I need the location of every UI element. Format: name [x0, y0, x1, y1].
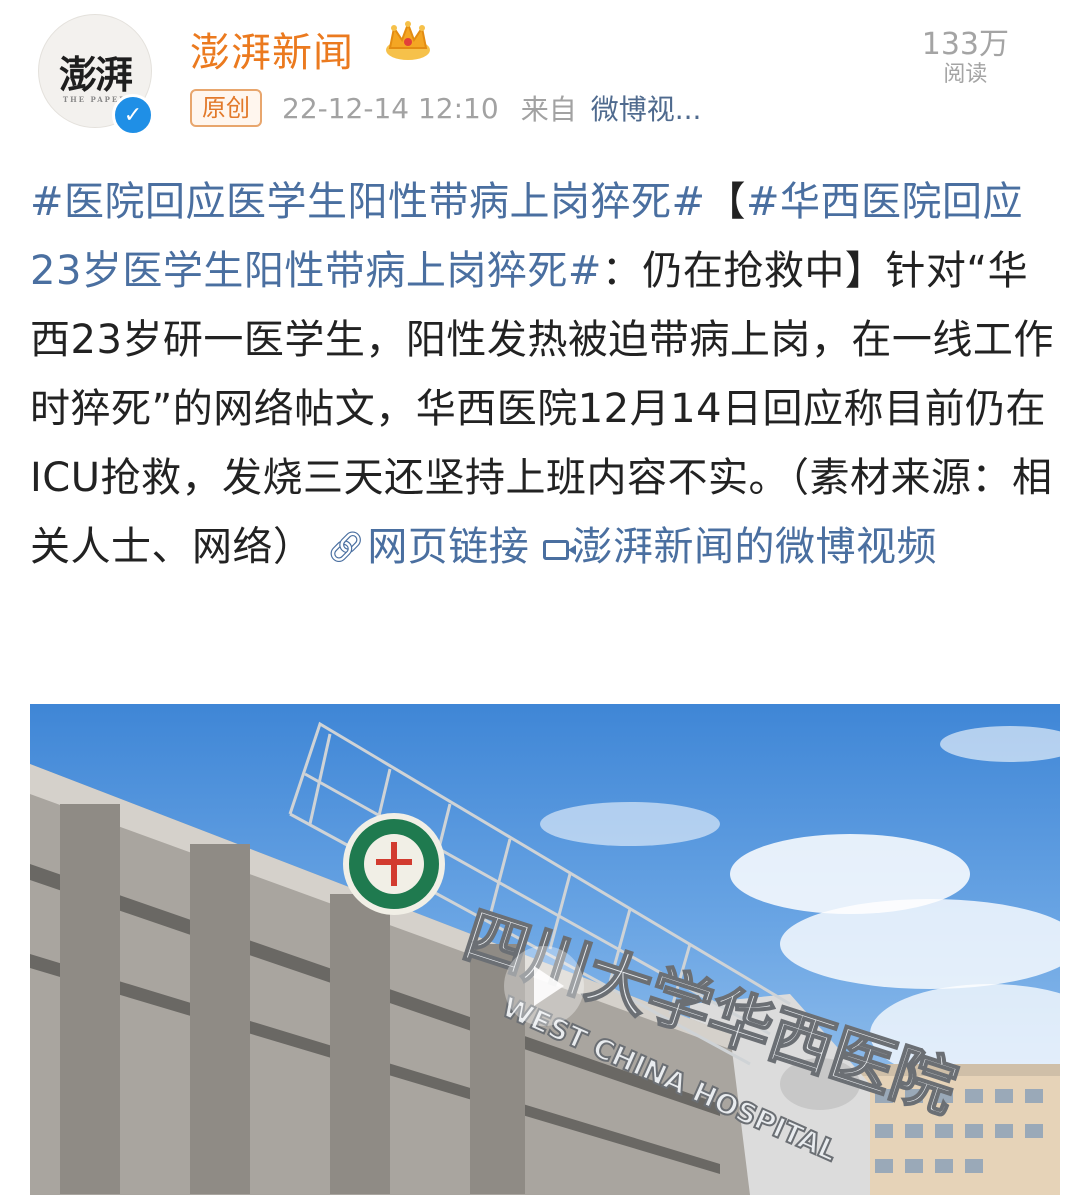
account-name[interactable]: 澎湃新闻 — [190, 20, 354, 78]
video-link-label: 澎湃新闻的微博视频 — [572, 524, 938, 570]
read-count-value: 133万 — [921, 27, 1009, 62]
title-rest: ：仍在抢救中 — [601, 248, 845, 294]
read-count: 133万 阅读 — [922, 28, 1009, 88]
post-body: 针对“华西23岁研一医学生，阳性发热被迫带病上岗，在一线工作时猝死”的网络帖文，… — [30, 248, 1054, 570]
topic-hashtag-1[interactable]: #医院回应医学生阳性带病上岗猝死# — [30, 179, 706, 225]
web-link-label: 网页链接 — [367, 524, 530, 570]
verified-icon: ✓ — [112, 94, 154, 136]
play-icon[interactable] — [504, 946, 584, 1026]
video-link[interactable]: 澎湃新闻的微博视频 — [542, 524, 938, 570]
post-text: #医院回应医学生阳性带病上岗猝死#【#华西医院回应23岁医学生阳性带病上岗猝死#… — [30, 168, 1060, 582]
title-bracket-open: 【 — [705, 179, 747, 225]
video-thumbnail[interactable]: 四川大学华西医院 WEST CHINA HOSPITAL — [30, 704, 1060, 1195]
from-label: 来自 — [520, 93, 577, 126]
post-meta: 原创 22-12-14 12:10 来自 微博视... — [190, 88, 701, 128]
original-badge: 原创 — [190, 89, 262, 127]
post-source[interactable]: 微博视... — [591, 88, 702, 128]
avatar-logo-text: 澎湃 — [58, 51, 133, 97]
link-icon: 🔗︎ — [326, 530, 366, 565]
web-link[interactable]: 🔗︎网页链接 — [327, 524, 530, 570]
post-header: 澎湃 THE PAPER ✓ 澎湃新闻 原创 22-12-14 12:10 来自… — [0, 0, 1081, 150]
title-bracket-close: 】 — [844, 248, 886, 294]
post-timestamp: 22-12-14 12:10 — [282, 91, 499, 125]
crown-icon — [386, 21, 430, 60]
read-count-label: 阅读 — [943, 62, 988, 87]
video-icon — [542, 540, 576, 560]
